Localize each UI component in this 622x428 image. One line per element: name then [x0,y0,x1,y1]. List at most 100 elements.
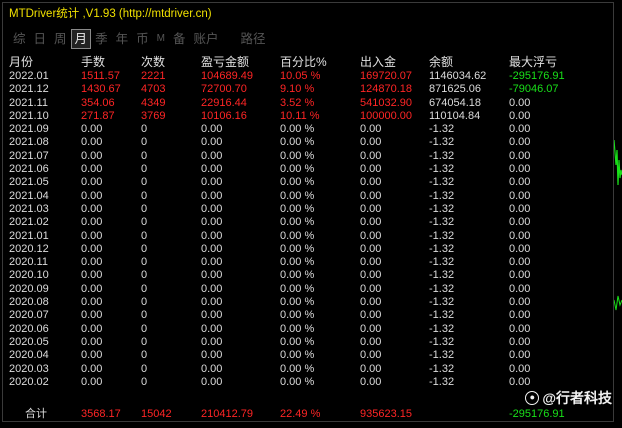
cell-month: 2021.02 [9,216,49,229]
cell-deposits: 0.00 [360,269,382,282]
tab-quarterly[interactable]: 季 [91,30,112,48]
cell-profit: 0.00 [201,322,223,335]
table-row: 2020.07 0.00 0 0.00 0.00 % 0.00 -1.32 0.00 [9,309,609,322]
table-row: 2020.11 0.00 0 0.00 0.00 % 0.00 -1.32 0.00 [9,256,609,269]
cell-percent: 0.00 % [280,176,315,189]
cell-lots: 0.00 [81,189,103,202]
cell-balance: -1.32 [429,216,455,229]
cell-month: 2021.12 [9,83,49,96]
cell-max-drawdown: 0.00 [509,362,531,375]
tab-summary[interactable]: 综 [9,30,30,48]
table-row: 2021.05 0.00 0 0.00 0.00 % 0.00 -1.32 0.00 [9,176,609,189]
table-row: 2020.04 0.00 0 0.00 0.00 % 0.00 -1.32 0.00 [9,349,609,362]
cell-profit: 0.00 [201,256,223,269]
cell-balance: -1.32 [429,229,455,242]
cell-max-drawdown: -295176.91 [509,70,565,82]
cell-balance: 871625.06 [429,83,481,96]
cell-trades: 0 [141,163,148,176]
cell-trades: 0 [141,349,148,362]
total-percent: 22.49 % [280,408,321,420]
cell-deposits: 0.00 [360,136,382,149]
cell-deposits: 0.00 [360,256,382,269]
cell-percent: 0.00 % [280,202,315,215]
tab-yearly[interactable]: 年 [112,30,133,48]
cell-max-drawdown: -79046.07 [509,83,559,96]
total-label: 合计 [25,408,47,420]
cell-month: 2020.05 [9,335,49,348]
table-row: 2021.02 0.00 0 0.00 0.00 % 0.00 -1.32 0.00 [9,216,609,229]
cell-deposits: 0.00 [360,176,382,189]
tab-account[interactable]: 账户 [189,30,222,48]
cell-max-drawdown: 0.00 [509,349,531,362]
table-row: 2021.09 0.00 0 0.00 0.00 % 0.00 -1.32 0.00 [9,123,609,136]
table-header: 月份 手数 次数 盈亏金额 百分比% 出入金 余额 最大浮亏 [9,53,609,71]
cell-lots: 0.00 [81,202,103,215]
cell-balance: -1.32 [429,375,455,388]
header-percent: 百分比% [280,55,327,69]
tab-monthly[interactable]: 月 [70,29,92,49]
cell-month: 2020.10 [9,269,49,282]
cell-profit: 104689.49 [201,70,253,82]
cell-month: 2021.11 [9,96,48,109]
cell-percent: 0.00 % [280,149,315,162]
cell-profit: 0.00 [201,136,223,149]
cell-max-drawdown: 0.00 [509,123,531,136]
cell-max-drawdown: 0.00 [509,309,531,322]
cell-trades: 0 [141,149,148,162]
cell-month: 2020.12 [9,242,49,255]
cell-balance: -1.32 [429,349,455,362]
cell-month: 2021.04 [9,189,49,202]
table-row: 2020.03 0.00 0 0.00 0.00 % 0.00 -1.32 0.00 [9,363,609,376]
cell-balance: -1.32 [429,176,455,189]
cell-profit: 72700.70 [201,83,247,96]
tab-path[interactable]: 路径 [236,30,269,48]
table-row: 2021.12 1430.67 4703 72700.70 9.10 % 124870.1… [9,83,609,96]
cell-trades: 0 [141,375,148,388]
cell-lots: 0.00 [81,242,103,255]
cell-lots: 0.00 [81,269,103,282]
cell-balance: -1.32 [429,282,455,295]
cell-trades: 0 [141,362,148,375]
cell-deposits: 0.00 [360,362,382,375]
cell-deposits: 100000.00 [360,109,412,122]
table-row: 2021.03 0.00 0 0.00 0.00 % 0.00 -1.32 0.00 [9,203,609,216]
cell-profit: 0.00 [201,349,223,362]
cell-percent: 0.00 % [280,163,315,176]
cell-lots: 0.00 [81,176,103,189]
tab-notes[interactable]: 备 [169,30,190,48]
cell-max-drawdown: 0.00 [509,202,531,215]
cell-profit: 0.00 [201,309,223,322]
cell-percent: 0.00 % [280,322,315,335]
cell-profit: 0.00 [201,163,223,176]
cell-profit: 0.00 [201,269,223,282]
cell-month: 2021.01 [9,229,49,242]
cell-percent: 0.00 % [280,362,315,375]
cell-max-drawdown: 0.00 [509,176,531,189]
table-row: 2021.11 354.06 4349 22916.44 3.52 % 541032.90… [9,97,609,110]
cell-percent: 0.00 % [280,242,315,255]
cell-balance: -1.32 [429,296,455,309]
cell-month: 2021.06 [9,163,49,176]
cell-percent: 0.00 % [280,269,315,282]
cell-lots: 0.00 [81,309,103,322]
tab-weekly[interactable]: 周 [50,30,71,48]
cell-profit: 0.00 [201,216,223,229]
tab-daily[interactable]: 日 [30,30,51,48]
total-deposits: 935623.15 [360,408,412,420]
cell-trades: 0 [141,282,148,295]
cell-balance: -1.32 [429,136,455,149]
cell-deposits: 0.00 [360,216,382,229]
tab-magic[interactable]: M [153,30,169,48]
cell-month: 2020.07 [9,309,49,322]
total-profit: 210412.79 [201,408,253,420]
cell-balance: -1.32 [429,309,455,322]
cell-percent: 0.00 % [280,335,315,348]
tab-currency[interactable]: 币 [132,30,153,48]
cell-balance: -1.32 [429,269,455,282]
cell-lots: 0.00 [81,163,103,176]
weibo-logo-icon: ● [525,391,540,405]
cell-max-drawdown: 0.00 [509,335,531,348]
header-balance: 余额 [429,55,454,69]
table-row: 2020.08 0.00 0 0.00 0.00 % 0.00 -1.32 0.00 [9,296,609,309]
watermark-text: @行者科技 [542,390,612,406]
